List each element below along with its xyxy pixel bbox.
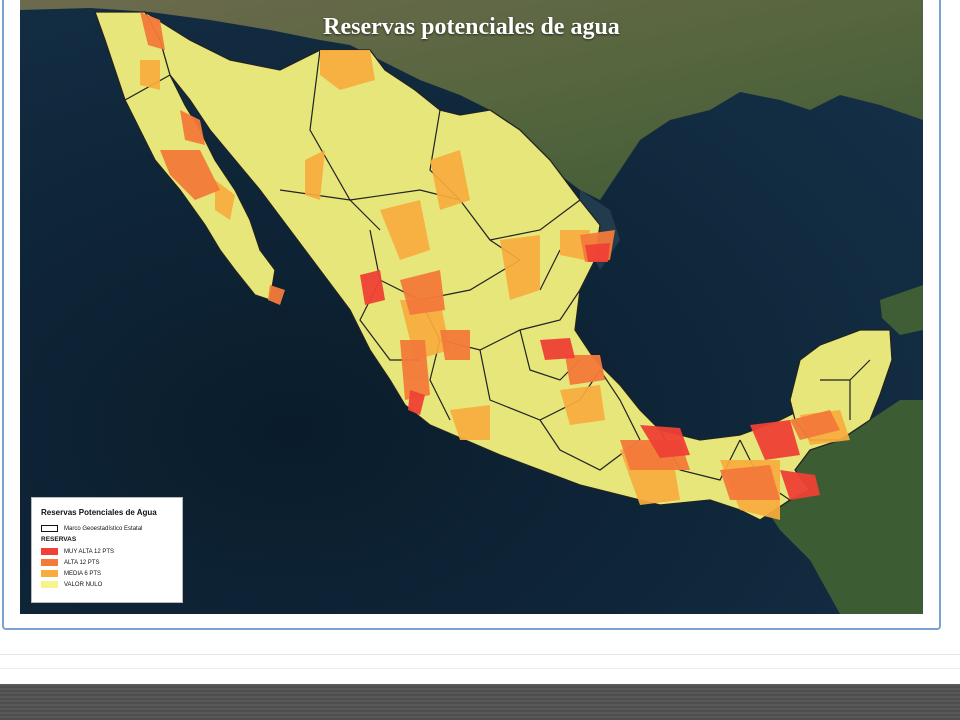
- map-title: Reservas potenciales de agua: [323, 14, 620, 40]
- footer-divider-2: [0, 668, 960, 669]
- legend-label-alta: ALTA 12 PTS: [64, 559, 100, 566]
- legend-heading: RESERVAS: [41, 536, 77, 543]
- map-panel[interactable]: Reservas potenciales de agua Reservas Po…: [20, 0, 923, 614]
- legend-boundary-swatch: [41, 525, 58, 532]
- legend-label-media: MEDIA 6 PTS: [64, 570, 102, 577]
- legend-item-media: MEDIA 6 PTS: [41, 568, 174, 579]
- map-legend: Reservas Potenciales de Agua Marco Geoes…: [31, 497, 183, 603]
- legend-swatch-nulo: [41, 581, 58, 588]
- legend-item-nulo: VALOR NULO: [41, 579, 174, 590]
- footer-divider-1: [0, 654, 960, 655]
- legend-swatch-muy-alta: [41, 548, 58, 555]
- legend-label-muy-alta: MUY ALTA 12 PTS: [64, 548, 115, 555]
- legend-swatch-alta: [41, 559, 58, 566]
- legend-swatch-media: [41, 570, 58, 577]
- legend-title: Reservas Potenciales de Agua: [41, 508, 157, 517]
- legend-boundary-row: Marco Geoestadístico Estatal: [41, 523, 174, 534]
- legend-item-alta: ALTA 12 PTS: [41, 557, 174, 568]
- legend-label-nulo: VALOR NULO: [64, 581, 103, 588]
- footer-bar: [0, 684, 960, 720]
- legend-boundary-label: Marco Geoestadístico Estatal: [64, 525, 143, 532]
- legend-item-muy-alta: MUY ALTA 12 PTS: [41, 546, 174, 557]
